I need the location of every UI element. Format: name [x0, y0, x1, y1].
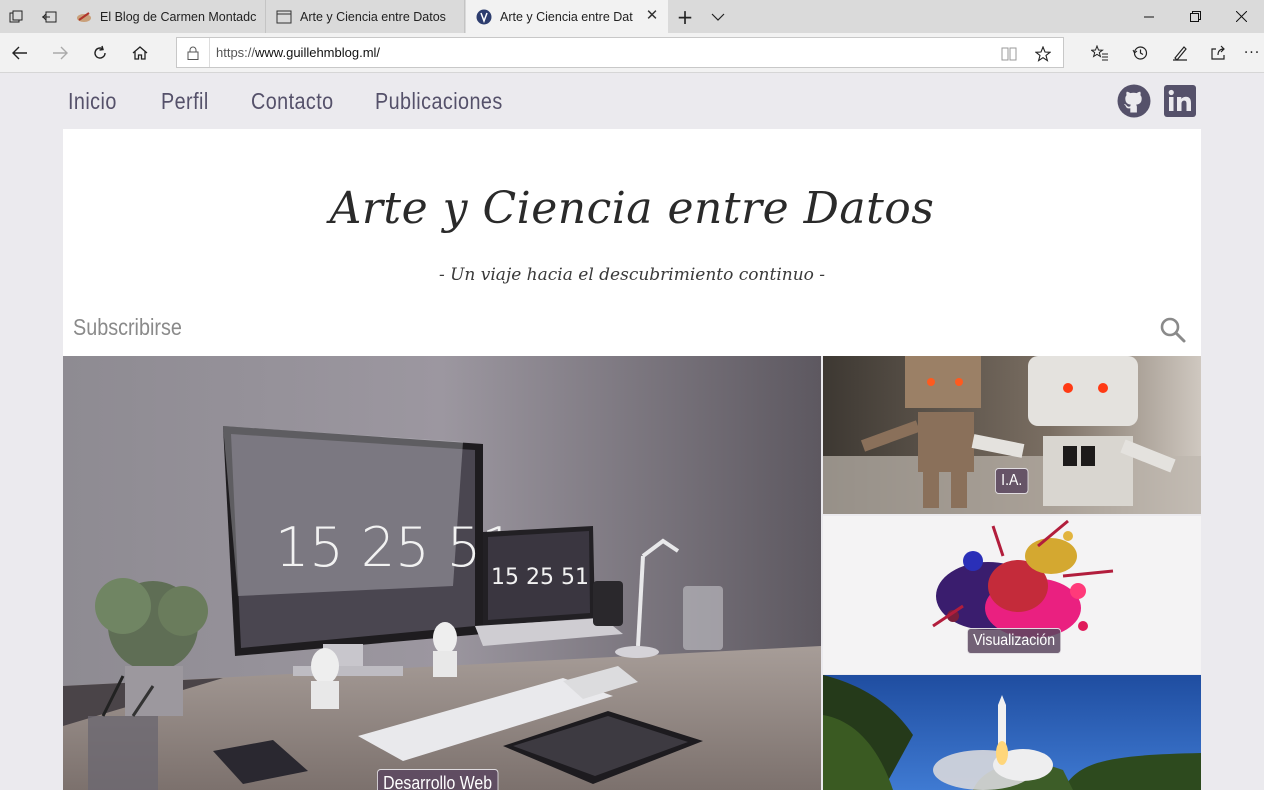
pen-favicon-icon [76, 9, 92, 25]
category-label-ia[interactable]: I.A. [995, 468, 1029, 494]
url-host: www.guillehmblog.ml/ [255, 45, 381, 60]
url-scheme: https:// [216, 45, 256, 60]
refresh-icon[interactable] [84, 37, 116, 69]
menu-item-publicaciones[interactable]: Publicaciones [375, 88, 503, 115]
tab-label: Arte y Ciencia entre Dat [500, 9, 633, 24]
rocket-launch-photo [823, 675, 1201, 790]
desk-photo: 15 25 51 15 25 51 [63, 356, 821, 790]
tab-label: Arte y Ciencia entre Datos [300, 9, 446, 24]
menu-item-contacto[interactable]: Contacto [251, 88, 334, 115]
github-icon[interactable] [1117, 84, 1151, 118]
history-icon[interactable] [1124, 37, 1156, 69]
set-tabs-aside-icon[interactable] [33, 0, 65, 33]
post-tile-rocket[interactable] [823, 675, 1201, 790]
monitor-clock: 15 25 51 [275, 516, 515, 579]
address-bar[interactable]: https://www.guillehmblog.ml/ [176, 37, 1064, 68]
menu-item-perfil[interactable]: Perfil [161, 88, 209, 115]
share-icon[interactable] [1202, 37, 1234, 69]
laptop-clock: 15 25 51 [491, 565, 589, 590]
search-icon[interactable] [1159, 316, 1187, 344]
tab-carmen-blog[interactable]: El Blog de Carmen Montadc [66, 0, 266, 33]
category-label-visualizacion[interactable]: Visualización [967, 628, 1062, 654]
url-text[interactable]: https://www.guillehmblog.ml/ [209, 38, 380, 67]
close-tab-icon[interactable]: ✕ [644, 8, 660, 24]
web-note-pen-icon[interactable] [1164, 37, 1196, 69]
category-label-desarrollo-web[interactable]: Desarrollo Web [377, 769, 499, 790]
reading-view-icon[interactable] [999, 44, 1019, 64]
tab-bar: El Blog de Carmen Montadc Arte y Ciencia… [0, 0, 1264, 33]
home-icon[interactable] [124, 37, 156, 69]
new-tab-icon[interactable]: + [668, 0, 702, 33]
tab-arte-ciencia-1[interactable]: Arte y Ciencia entre Datos [266, 0, 465, 33]
blog-header: Arte y Ciencia entre Datos - Un viaje ha… [63, 129, 1201, 356]
close-window-icon[interactable] [1218, 0, 1264, 33]
tab-label: El Blog de Carmen Montadc [100, 9, 257, 24]
linkedin-icon[interactable] [1164, 85, 1198, 119]
more-menu-icon[interactable]: ··· [1240, 37, 1264, 69]
favorites-hub-icon[interactable] [1084, 37, 1116, 69]
favorite-star-icon[interactable] [1033, 44, 1053, 64]
post-tile-ia[interactable]: I.A. [823, 356, 1201, 514]
site-navigation: Inicio Perfil Contacto Publicaciones [0, 74, 1264, 129]
site-subtitle: - Un viaje hacia el descubrimiento conti… [438, 265, 826, 285]
post-tile-desarrollo-web[interactable]: 15 25 51 15 25 51 Desarrollo Web [63, 356, 821, 790]
tab-actions-icon[interactable] [0, 0, 32, 33]
minimize-icon[interactable] [1126, 0, 1172, 33]
menu-item-inicio[interactable]: Inicio [68, 88, 117, 115]
restore-icon[interactable] [1172, 0, 1218, 33]
lock-icon[interactable] [177, 38, 209, 67]
browser-toolbar: https://www.guillehmblog.ml/ ··· [0, 33, 1264, 73]
shield-favicon-icon [476, 9, 492, 25]
subscribe-link[interactable]: Subscribirse [73, 314, 182, 341]
tab-preview-chevron-icon[interactable] [702, 0, 734, 33]
back-icon[interactable] [4, 37, 36, 69]
forward-icon[interactable] [44, 37, 76, 69]
page-favicon-icon [276, 9, 292, 25]
site-title[interactable]: Arte y Ciencia entre Datos [63, 183, 1201, 234]
tab-arte-ciencia-active[interactable]: Arte y Ciencia entre Dat ✕ [466, 0, 668, 33]
post-tile-visualizacion[interactable]: Visualización [823, 516, 1201, 674]
